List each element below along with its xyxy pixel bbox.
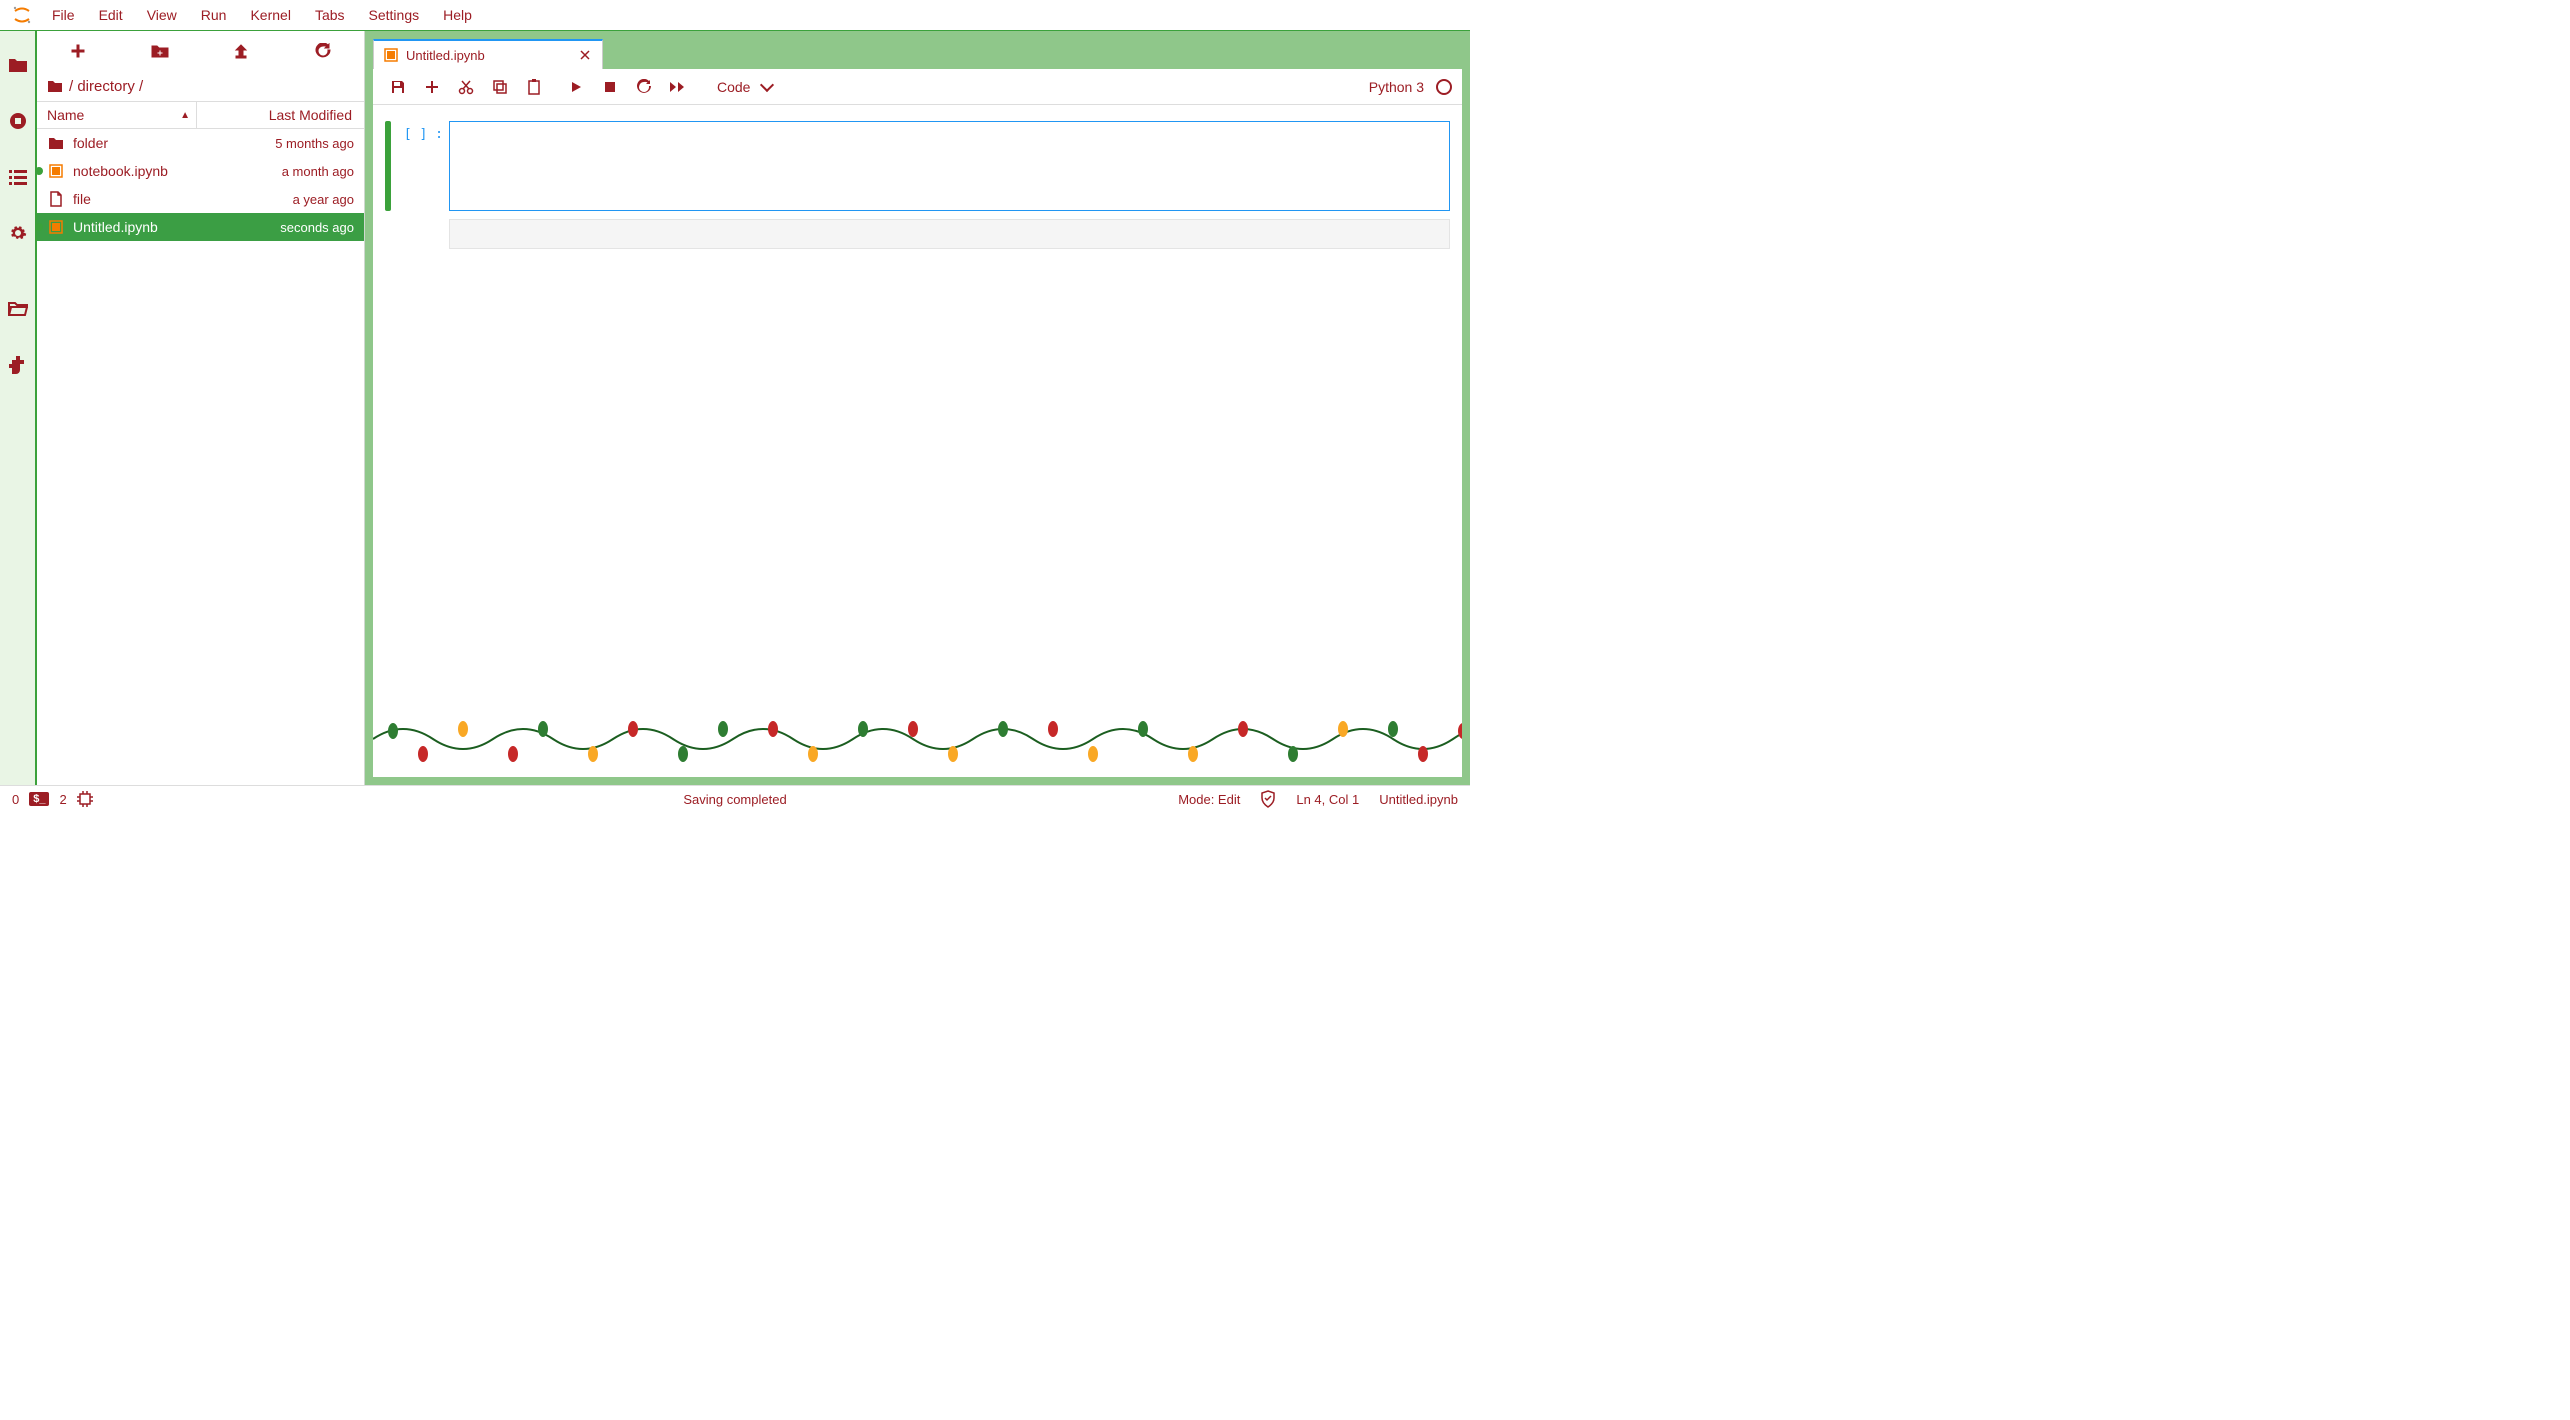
notebook-tab[interactable]: Untitled.ipynb bbox=[373, 39, 603, 69]
column-modified[interactable]: Last Modified bbox=[197, 102, 364, 128]
cell-prompt: [ ] : bbox=[401, 121, 449, 211]
save-button[interactable] bbox=[383, 72, 413, 102]
main-area: Untitled.ipynb Code Python 3 [ ] : . bbox=[365, 31, 1470, 785]
file-row[interactable]: filea year ago bbox=[37, 185, 364, 213]
cell-type-dropdown[interactable]: Code bbox=[705, 79, 780, 95]
menu-edit[interactable]: Edit bbox=[87, 0, 135, 31]
breadcrumb[interactable]: / directory / bbox=[37, 71, 364, 101]
refresh-button[interactable] bbox=[311, 39, 335, 63]
interrupt-button[interactable] bbox=[595, 72, 625, 102]
status-saving: Saving completed bbox=[683, 792, 786, 807]
status-lncol[interactable]: Ln 4, Col 1 bbox=[1296, 792, 1359, 807]
file-modified: 5 months ago bbox=[275, 136, 354, 151]
status-mode[interactable]: Mode: Edit bbox=[1178, 792, 1240, 807]
file-list-headers: Name ▲ Last Modified bbox=[37, 101, 364, 129]
file-list: folder5 months agonotebook.ipynba month … bbox=[37, 129, 364, 785]
kernel-name[interactable]: Python 3 bbox=[1369, 79, 1424, 95]
menu-view[interactable]: View bbox=[135, 0, 189, 31]
activity-bar bbox=[0, 31, 37, 785]
cell-bar bbox=[385, 219, 391, 249]
code-cell-inactive[interactable]: . bbox=[385, 219, 1450, 249]
menu-settings[interactable]: Settings bbox=[357, 0, 432, 31]
tab-title: Untitled.ipynb bbox=[406, 48, 485, 63]
file-name: Untitled.ipynb bbox=[73, 219, 280, 235]
cut-button[interactable] bbox=[451, 72, 481, 102]
restart-button[interactable] bbox=[629, 72, 659, 102]
file-name: notebook.ipynb bbox=[73, 163, 282, 179]
insert-cell-button[interactable] bbox=[417, 72, 447, 102]
file-browser: / directory / Name ▲ Last Modified folde… bbox=[37, 31, 365, 785]
notebook-body[interactable]: [ ] : . bbox=[373, 105, 1462, 777]
file-modified: seconds ago bbox=[280, 220, 354, 235]
file-row[interactable]: notebook.ipynba month ago bbox=[37, 157, 364, 185]
trusted-icon[interactable] bbox=[1260, 790, 1276, 808]
menu-help[interactable]: Help bbox=[431, 0, 484, 31]
file-name: file bbox=[73, 191, 293, 207]
terminal-badge-icon[interactable]: $_ bbox=[29, 792, 49, 806]
christmas-lights-decoration bbox=[373, 709, 1462, 769]
sort-caret-icon: ▲ bbox=[180, 110, 190, 121]
notebook-icon bbox=[47, 164, 65, 178]
copy-button[interactable] bbox=[485, 72, 515, 102]
status-tabs-count[interactable]: 0 bbox=[12, 792, 19, 807]
menu-tabs[interactable]: Tabs bbox=[303, 0, 357, 31]
menu-file[interactable]: File bbox=[40, 0, 87, 31]
code-cell-active[interactable]: [ ] : bbox=[385, 121, 1450, 211]
jupyter-logo bbox=[10, 3, 34, 27]
cell-input[interactable] bbox=[449, 121, 1450, 211]
file-row[interactable]: folder5 months ago bbox=[37, 129, 364, 157]
toc-icon[interactable] bbox=[8, 167, 28, 187]
notebook-toolbar: Code Python 3 bbox=[373, 69, 1462, 105]
file-modified: a month ago bbox=[282, 164, 354, 179]
new-folder-button[interactable] bbox=[148, 39, 172, 63]
cell-active-bar bbox=[385, 121, 391, 211]
notebook-icon bbox=[384, 48, 398, 62]
cell-input-inactive[interactable] bbox=[449, 219, 1450, 249]
file-modified: a year ago bbox=[293, 192, 354, 207]
filebrowser-toolbar bbox=[37, 31, 364, 71]
kernel-chip-icon[interactable] bbox=[77, 791, 93, 807]
paste-button[interactable] bbox=[519, 72, 549, 102]
folder-icon bbox=[47, 136, 65, 150]
tab-bar: Untitled.ipynb bbox=[373, 39, 1462, 69]
settings-gear-icon[interactable] bbox=[8, 223, 28, 243]
notebook-icon bbox=[47, 220, 65, 234]
running-indicator-icon bbox=[37, 223, 43, 231]
file-name: folder bbox=[73, 135, 275, 151]
file-icon bbox=[47, 191, 65, 207]
extension-icon[interactable] bbox=[8, 355, 28, 375]
restart-run-all-button[interactable] bbox=[663, 72, 693, 102]
file-row[interactable]: Untitled.ipynbseconds ago bbox=[37, 213, 364, 241]
menu-bar: File Edit View Run Kernel Tabs Settings … bbox=[0, 0, 1470, 31]
run-button[interactable] bbox=[561, 72, 591, 102]
cell-prompt-empty: . bbox=[401, 219, 449, 249]
status-terminals-count[interactable]: 2 bbox=[59, 792, 66, 807]
filebrowser-icon[interactable] bbox=[8, 55, 28, 75]
status-bar: 0 $_ 2 Saving completed Mode: Edit Ln 4,… bbox=[0, 785, 1470, 812]
menu-kernel[interactable]: Kernel bbox=[238, 0, 302, 31]
column-name[interactable]: Name ▲ bbox=[37, 102, 197, 128]
close-tab-button[interactable] bbox=[578, 48, 592, 62]
upload-button[interactable] bbox=[229, 39, 253, 63]
running-icon[interactable] bbox=[8, 111, 28, 131]
breadcrumb-path: / directory / bbox=[69, 78, 143, 95]
folder-open-icon[interactable] bbox=[8, 299, 28, 319]
menu-run[interactable]: Run bbox=[189, 0, 239, 31]
running-indicator-icon bbox=[37, 167, 43, 175]
new-launcher-button[interactable] bbox=[66, 39, 90, 63]
kernel-status-icon[interactable] bbox=[1436, 79, 1452, 95]
status-filename[interactable]: Untitled.ipynb bbox=[1379, 792, 1458, 807]
